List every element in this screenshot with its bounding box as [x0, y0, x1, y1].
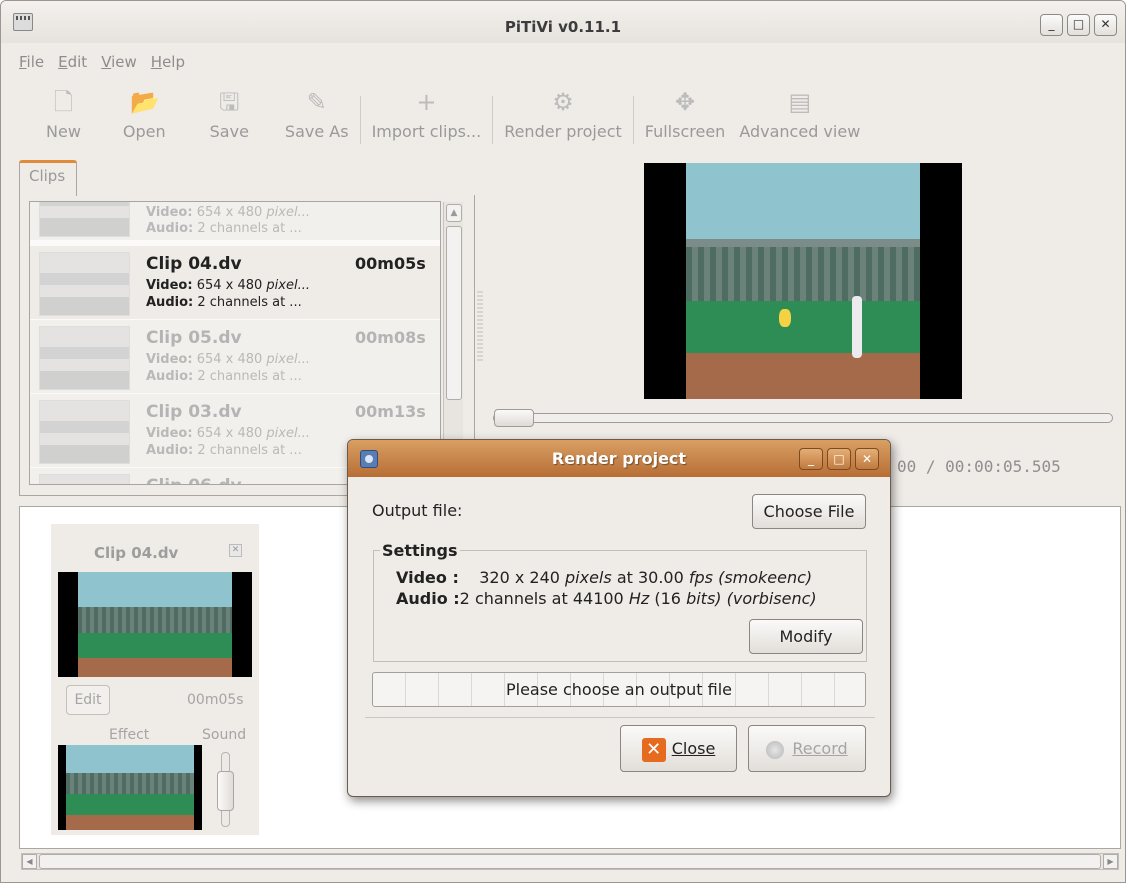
clip-thumbnail	[39, 400, 130, 464]
menu-edit[interactable]: Edit	[58, 53, 87, 71]
source-preview	[58, 572, 252, 677]
seek-slider-handle[interactable]	[494, 409, 534, 427]
new-document-icon: 🗋	[53, 88, 74, 116]
video-settings: Video : 320 x 240 pixels at 30.00 fps (s…	[396, 568, 813, 587]
close-x-icon: ✕	[641, 737, 666, 762]
clip-thumbnail	[39, 326, 130, 390]
advanced-view-icon: ▤	[788, 88, 812, 116]
pane-resize-handle[interactable]	[477, 291, 483, 361]
toolbar-separator	[492, 96, 494, 144]
sound-slider-handle[interactable]	[217, 771, 234, 811]
advanced-view-button[interactable]: ▤ Advanced view	[732, 84, 867, 141]
clip-thumbnail	[39, 202, 130, 237]
effect-preview	[58, 745, 202, 830]
timeline-scrollbar[interactable]: ◀ ▶	[21, 853, 1119, 870]
scroll-up-icon[interactable]: ▲	[446, 204, 462, 222]
choose-file-button[interactable]: Choose File	[752, 494, 866, 529]
list-item[interactable]: Clip 05.dv 00m08s Video: 654 x 480 pixel…	[30, 320, 440, 393]
render-dialog: Render project _ □ ✕ Output file: Choose…	[347, 439, 891, 797]
timecode: 00 / 00:00:05.505	[897, 457, 1061, 476]
close-icon[interactable]: ✕	[229, 544, 242, 557]
save-button[interactable]: 🖫 Save	[203, 84, 256, 141]
video-viewer	[644, 163, 962, 399]
minimize-button[interactable]: _	[1040, 14, 1063, 36]
dialog-separator	[365, 717, 875, 718]
sound-label: Sound	[202, 727, 247, 743]
source-duration: 00m05s	[187, 692, 244, 708]
save-as-icon: ✎	[306, 88, 327, 116]
audio-settings: Audio :2 channels at 44100 Hz (16 bits) …	[396, 589, 817, 608]
dialog-minimize-button[interactable]: _	[799, 448, 823, 470]
render-project-button[interactable]: ⚙ Render project	[497, 84, 629, 141]
dialog-close-icon[interactable]: ✕	[855, 448, 879, 470]
settings-heading: Settings	[380, 541, 460, 560]
clip-thumbnail	[39, 252, 130, 316]
menu-bar: File Edit View Help	[19, 53, 185, 71]
source-clip-panel: Clip 04.dv ✕ Edit 00m05s Effect Sound	[51, 524, 259, 835]
menu-help[interactable]: Help	[151, 53, 185, 71]
seek-bar[interactable]	[493, 413, 1113, 423]
tab-clips[interactable]: Clips	[19, 160, 77, 196]
edit-button[interactable]: Edit	[66, 685, 110, 715]
modify-button[interactable]: Modify	[749, 619, 863, 654]
window-title: PiTiVi v0.11.1	[504, 18, 622, 36]
plus-icon: +	[416, 88, 437, 116]
fullscreen-button[interactable]: ✥ Fullscreen	[638, 84, 733, 141]
clip-thumbnail	[39, 474, 130, 484]
list-item[interactable]: Video: 654 x 480 pixel... Audio: 2 chann…	[30, 202, 440, 240]
list-item[interactable]: Clip 04.dv 00m05s Video: 654 x 480 pixel…	[30, 246, 440, 319]
toolbar-separator	[359, 96, 361, 144]
close-window-button[interactable]: ✕	[1094, 14, 1117, 36]
toolbar-separator	[632, 96, 634, 144]
video-frame	[686, 163, 920, 399]
dialog-maximize-button[interactable]: □	[827, 448, 851, 470]
import-clips-button[interactable]: + Import clips...	[365, 84, 489, 141]
menu-view[interactable]: View	[101, 53, 137, 71]
toolbar: 🗋 New 📂 Open 🖫 Save ✎ Save As + Import clips.…	[39, 84, 867, 149]
open-button[interactable]: 📂 Open	[116, 84, 173, 141]
record-icon	[766, 740, 785, 759]
main-window: PiTiVi v0.11.1 _ □ ✕ File Edit View Help…	[0, 0, 1126, 883]
menu-file[interactable]: File	[19, 53, 44, 71]
scrollbar-thumb[interactable]	[446, 226, 462, 400]
render-progress-bar: Please choose an output file	[372, 672, 866, 707]
scroll-right-icon[interactable]: ▶	[1103, 854, 1118, 869]
render-icon: ⚙	[552, 88, 574, 116]
save-disk-icon: 🖫	[219, 88, 240, 116]
open-folder-icon: 📂	[130, 88, 161, 116]
effect-label: Effect	[109, 727, 150, 743]
fullscreen-arrows-icon: ✥	[674, 88, 696, 116]
close-button[interactable]: ✕ Close	[620, 725, 737, 772]
save-as-button[interactable]: ✎ Save As	[278, 84, 356, 141]
scrollbar-thumb[interactable]	[39, 854, 1101, 869]
source-clip-name: Clip 04.dv	[94, 544, 179, 562]
scroll-left-icon[interactable]: ◀	[22, 854, 37, 869]
record-button[interactable]: Record	[748, 725, 866, 772]
output-file-label: Output file:	[372, 501, 463, 520]
new-button[interactable]: 🗋 New	[39, 84, 88, 141]
dialog-title-bar: Render project _ □ ✕	[348, 440, 890, 477]
maximize-button[interactable]: □	[1067, 14, 1090, 36]
title-bar: PiTiVi v0.11.1 _ □ ✕	[1, 1, 1125, 43]
